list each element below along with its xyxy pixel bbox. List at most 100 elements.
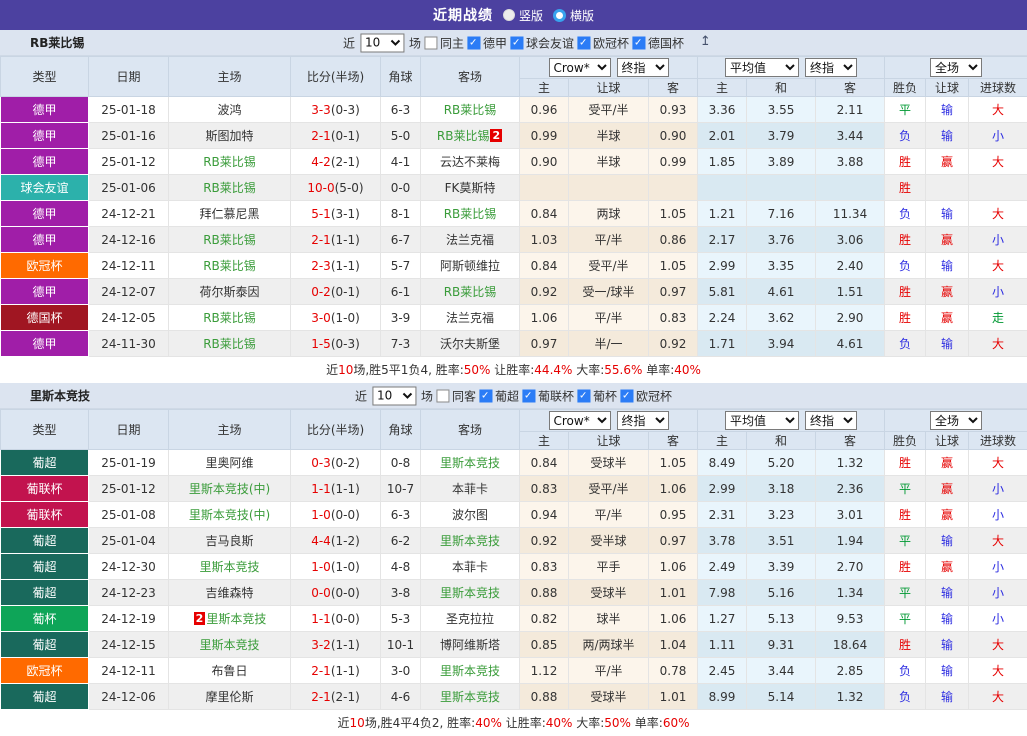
league-badge: 葡超 <box>1 580 89 606</box>
team-name-text[interactable]: 圣克拉拉 <box>446 612 494 626</box>
summary-segment: 大率: <box>572 363 604 377</box>
layout-radio-horizontal[interactable]: 横版 <box>553 7 594 24</box>
team-name-text[interactable]: 里斯本竞技(中) <box>189 508 270 522</box>
average-final-select[interactable]: 终指 <box>805 58 857 77</box>
team-name-text[interactable]: 本菲卡 <box>452 482 488 496</box>
team-name-text[interactable]: 吉维森特 <box>205 586 253 600</box>
layout-radio-vertical[interactable]: 竖版 <box>503 7 543 24</box>
team-name-text[interactable]: 法兰克福 <box>446 311 494 325</box>
team-name-text[interactable]: 法兰克福 <box>446 233 494 247</box>
league-filter-label: 德甲 <box>483 34 507 51</box>
league-filter-checkbox[interactable] <box>577 36 590 49</box>
match-count-select[interactable]: 10 <box>360 33 404 52</box>
league-filter-checkbox[interactable] <box>479 389 492 402</box>
team-name-text[interactable]: RB莱比锡 <box>203 181 256 195</box>
team-name-text[interactable]: 里斯本竞技 <box>440 586 500 600</box>
team-name-text[interactable]: 里斯本竞技 <box>440 456 500 470</box>
away-team: 里斯本竞技 <box>421 528 520 554</box>
league-filter-checkbox[interactable] <box>632 36 645 49</box>
results-table: 类型日期主场比分(半场)角球客场Crow*终指平均值终指全场主让球客主和客胜负让… <box>0 409 1027 710</box>
team-name: 里斯本竞技 <box>30 387 90 404</box>
corner-cell: 5-7 <box>381 253 421 279</box>
team-name-text[interactable]: 里斯本竞技 <box>199 560 259 574</box>
avg-away: 2.70 <box>816 554 885 580</box>
league-filter-label: 葡杯 <box>593 387 617 404</box>
result-goals: 小 <box>969 123 1027 149</box>
team-name-text[interactable]: 拜仁慕尼黑 <box>199 207 259 221</box>
league-badge: 德甲 <box>1 97 89 123</box>
result-outcome: 负 <box>885 684 926 710</box>
league-filter-checkbox[interactable] <box>510 36 523 49</box>
col-avg-draw: 和 <box>747 432 816 450</box>
league-filter-checkbox[interactable] <box>577 389 590 402</box>
radio-icon[interactable] <box>503 9 515 21</box>
odds-final-select[interactable]: 终指 <box>617 411 669 430</box>
average-select[interactable]: 平均值 <box>725 411 799 430</box>
team-name-text[interactable]: RB莱比锡 <box>203 337 256 351</box>
team-name-text[interactable]: 吉马良斯 <box>205 534 253 548</box>
average-select[interactable]: 平均值 <box>725 58 799 77</box>
team-name-text[interactable]: 波鸿 <box>217 103 241 117</box>
league-filter-label: 德国杯 <box>648 34 684 51</box>
scope-select[interactable]: 全场 <box>930 58 982 77</box>
same-venue-checkbox[interactable] <box>424 36 437 49</box>
match-count-select[interactable]: 10 <box>372 386 416 405</box>
handicap: 平/半 <box>569 658 649 684</box>
team-name-text[interactable]: RB莱比锡 <box>203 155 256 169</box>
team-name-text[interactable]: 云达不莱梅 <box>440 155 500 169</box>
corner-cell: 4-1 <box>381 149 421 175</box>
same-venue-checkbox[interactable] <box>436 389 449 402</box>
team-name-text[interactable]: RB莱比锡 <box>203 233 256 247</box>
league-badge: 葡联杯 <box>1 502 89 528</box>
match-date: 24-12-16 <box>89 227 169 253</box>
league-filter-checkbox[interactable] <box>620 389 633 402</box>
team-name-text[interactable]: 阿斯顿维拉 <box>440 259 500 273</box>
avg-draw: 5.13 <box>747 606 816 632</box>
result-goals: 走 <box>969 305 1027 331</box>
team-name-text[interactable]: 斯图加特 <box>205 129 253 143</box>
team-name-text[interactable]: 里奥阿维 <box>205 456 253 470</box>
team-name-text[interactable]: 摩里伦斯 <box>205 690 253 704</box>
team-name-text[interactable]: 里斯本竞技 <box>206 612 266 626</box>
avg-home: 1.71 <box>698 331 747 357</box>
team-name-text[interactable]: 博阿维斯塔 <box>440 638 500 652</box>
team-name-text[interactable]: 里斯本竞技 <box>440 664 500 678</box>
score-cell: 10-0(5-0) <box>291 175 381 201</box>
average-final-select[interactable]: 终指 <box>805 411 857 430</box>
league-filter-checkbox[interactable] <box>522 389 535 402</box>
team-name-text[interactable]: 荷尔斯泰因 <box>199 285 259 299</box>
corner-cell: 10-1 <box>381 632 421 658</box>
league-filter-label: 欧冠杯 <box>636 387 672 404</box>
team-name-text[interactable]: RB莱比锡 <box>444 207 497 221</box>
team-name-text[interactable]: RB莱比锡 <box>437 129 490 143</box>
summary-segment: 40% <box>674 363 701 377</box>
half-score: (3-1) <box>331 207 360 221</box>
odds-final-select[interactable]: 终指 <box>617 58 669 77</box>
league-filter-checkbox[interactable] <box>467 36 480 49</box>
col-avg-home: 主 <box>698 79 747 97</box>
team-name-text[interactable]: FK莫斯特 <box>445 181 496 195</box>
scroll-top-icon[interactable]: ↥ <box>700 34 711 49</box>
team-name-text[interactable]: RB莱比锡 <box>203 311 256 325</box>
scope-select[interactable]: 全场 <box>930 411 982 430</box>
team-name-text[interactable]: 里斯本竞技 <box>440 690 500 704</box>
col-corner: 角球 <box>381 57 421 97</box>
radio-selected-icon[interactable] <box>553 9 566 22</box>
odds-company-select[interactable]: Crow* <box>549 411 611 430</box>
result-handicap: 输 <box>926 201 969 227</box>
result-handicap: 赢 <box>926 305 969 331</box>
avg-draw: 3.51 <box>747 528 816 554</box>
team-name-text[interactable]: 本菲卡 <box>452 560 488 574</box>
team-name-text[interactable]: RB莱比锡 <box>444 103 497 117</box>
team-name-text[interactable]: 波尔图 <box>452 508 488 522</box>
team-name-text[interactable]: RB莱比锡 <box>203 259 256 273</box>
odds-company-select[interactable]: Crow* <box>549 58 611 77</box>
team-name-text[interactable]: RB莱比锡 <box>444 285 497 299</box>
score-cell: 0-2(0-1) <box>291 279 381 305</box>
team-name-text[interactable]: 里斯本竞技 <box>440 534 500 548</box>
team-name-text[interactable]: 里斯本竞技(中) <box>189 482 270 496</box>
team-name-text[interactable]: 沃尔夫斯堡 <box>440 337 500 351</box>
avg-home: 2.99 <box>698 253 747 279</box>
team-name-text[interactable]: 里斯本竞技 <box>199 638 259 652</box>
team-name-text[interactable]: 布鲁日 <box>211 664 247 678</box>
